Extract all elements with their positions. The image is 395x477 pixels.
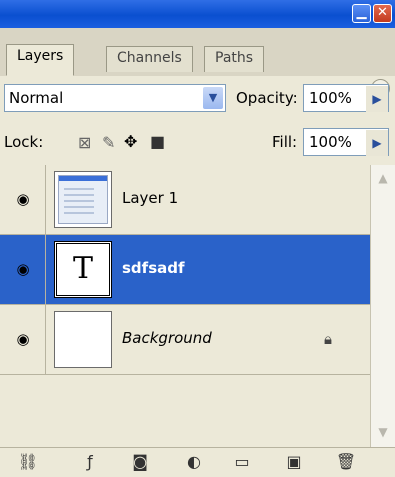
new-group-icon[interactable]: ▭: [230, 452, 254, 472]
eye-icon[interactable]: ◉: [12, 262, 34, 277]
adjustment-layer-icon[interactable]: ◐: [182, 452, 206, 472]
layer-row-sdfsadf[interactable]: ◉ T sdfsadf: [0, 235, 370, 305]
lock-row: Lock: ⊠ ✎ ✥ ■ Fill: 100% ▶: [0, 122, 395, 164]
panel-titlebar: ▁ ✕: [0, 0, 395, 28]
layers-list: ◉ Layer 1 ◉ T sdfsadf ◉ Background 🔒︎: [0, 165, 370, 445]
text-layer-thumbnail-icon: T: [54, 241, 112, 298]
visibility-toggle[interactable]: ◉: [0, 235, 46, 304]
tab-layers[interactable]: Layers: [6, 44, 75, 76]
panel-tabs: Layers Channels Paths ▶: [0, 28, 395, 98]
locked-icon: 🔒︎: [324, 330, 332, 348]
layer-row-background[interactable]: ◉ Background 🔒︎: [0, 305, 370, 375]
layer-row-layer-1[interactable]: ◉ Layer 1: [0, 165, 370, 235]
lock-all-icon[interactable]: ■: [150, 132, 165, 151]
layer-mask-icon[interactable]: ◙: [128, 452, 152, 472]
opacity-value: 100%: [309, 89, 352, 107]
close-button[interactable]: ✕: [373, 4, 392, 23]
layer-name: sdfsadf: [122, 259, 185, 277]
eye-icon[interactable]: ◉: [12, 192, 34, 207]
screenshot-thumbnail-icon: [58, 175, 108, 224]
layers-toolbar: ⛓ ƒ ◙ ◐ ▭ ▣ 🗑︎: [0, 447, 395, 477]
tab-paths[interactable]: Paths: [204, 46, 265, 72]
layer-name: Background: [122, 329, 212, 347]
fill-value: 100%: [309, 133, 352, 151]
fill-label: Fill:: [272, 133, 298, 151]
chevron-down-icon[interactable]: ▼: [203, 87, 223, 109]
scroll-up-icon[interactable]: ▲: [374, 169, 392, 187]
eye-icon[interactable]: ◉: [12, 332, 34, 347]
lock-image-icon[interactable]: ✎: [102, 133, 115, 152]
layer-thumbnail: [54, 171, 112, 228]
visibility-toggle[interactable]: ◉: [0, 165, 46, 234]
lock-transparent-icon[interactable]: ⊠: [78, 133, 91, 152]
opacity-arrow-icon[interactable]: ▶: [366, 86, 388, 112]
fill-field[interactable]: 100% ▶: [303, 128, 389, 156]
layer-style-icon[interactable]: ƒ: [78, 452, 102, 472]
fill-arrow-icon[interactable]: ▶: [366, 130, 388, 156]
tab-channels[interactable]: Channels: [106, 46, 193, 72]
blend-mode-select[interactable]: Normal ▼: [4, 84, 226, 112]
lock-position-icon[interactable]: ✥: [124, 132, 137, 151]
blend-mode-value: Normal: [9, 89, 64, 107]
layer-name: Layer 1: [122, 189, 179, 207]
link-layers-icon[interactable]: ⛓: [16, 452, 40, 472]
new-layer-icon[interactable]: ▣: [282, 452, 306, 472]
lock-label: Lock:: [4, 133, 44, 151]
opacity-label: Opacity:: [236, 89, 298, 107]
minimize-button[interactable]: ▁: [352, 4, 371, 23]
delete-layer-icon[interactable]: 🗑︎: [334, 452, 358, 472]
visibility-toggle[interactable]: ◉: [0, 305, 46, 374]
layers-scrollbar[interactable]: ▲ ▼: [370, 165, 395, 447]
scroll-down-icon[interactable]: ▼: [374, 423, 392, 441]
blend-row: Normal ▼ Opacity: 100% ▶: [0, 76, 395, 118]
opacity-field[interactable]: 100% ▶: [303, 84, 389, 112]
background-thumbnail: [54, 311, 112, 368]
